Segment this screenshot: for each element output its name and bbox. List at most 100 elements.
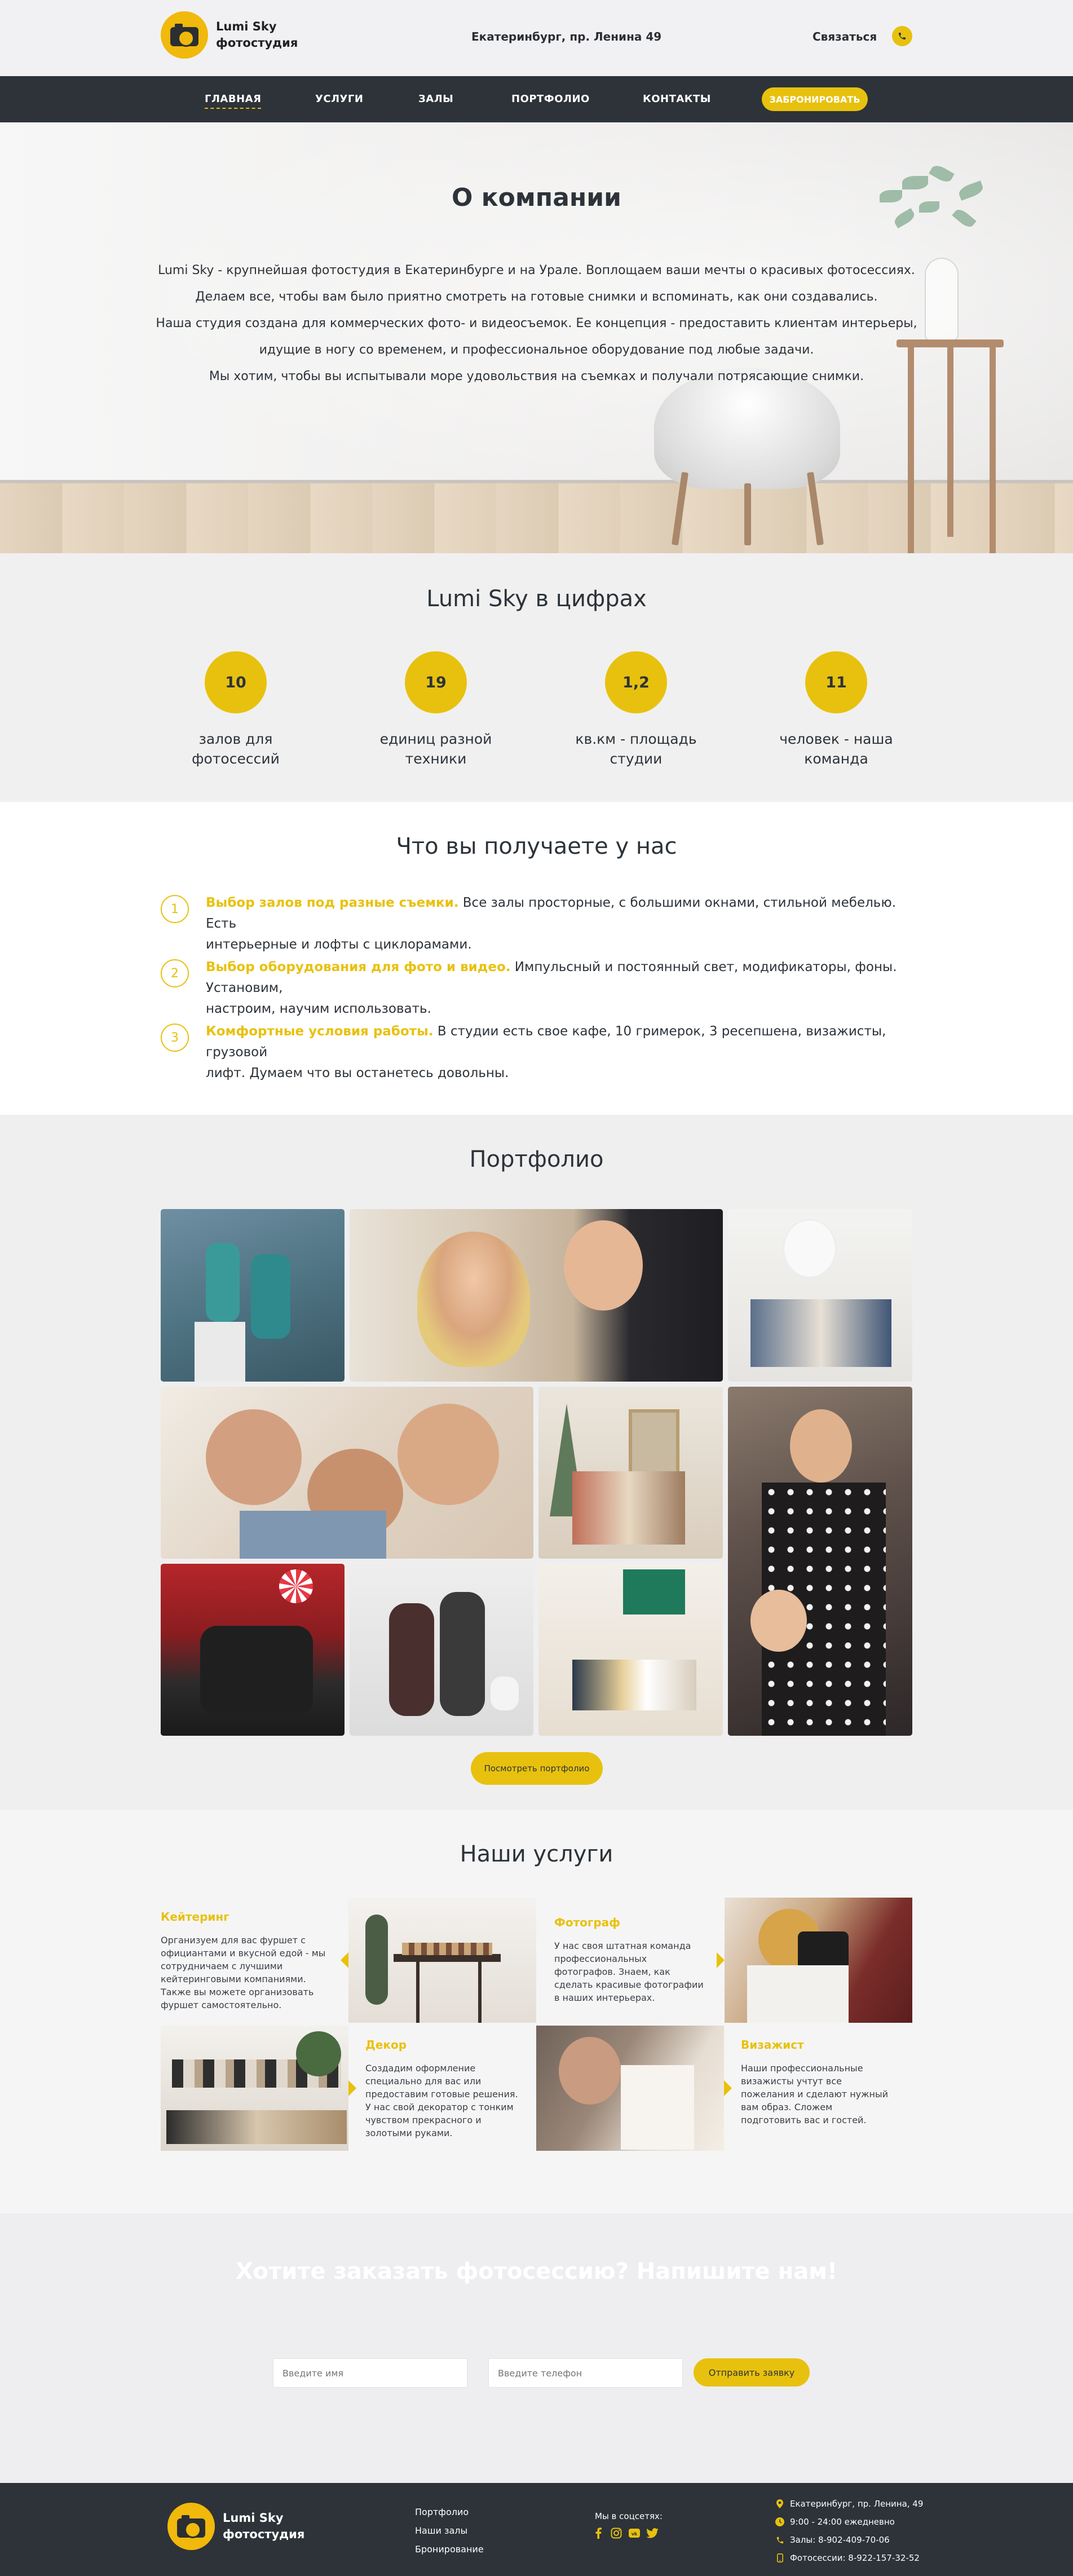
nav-item-home[interactable]: Главная <box>205 93 262 109</box>
social-label: Мы в соцсетях: <box>595 2511 663 2521</box>
portfolio-photo[interactable] <box>728 1209 912 1382</box>
portfolio-photo[interactable] <box>161 1564 345 1736</box>
footer-hours: 9:00 - 24:00 ежедневно <box>775 2517 895 2527</box>
benefit-text: настроим, научим использовать. <box>206 1002 431 1016</box>
logo-subtitle: фотостудия <box>223 2528 305 2541</box>
service-desc-line: золотыми руками. <box>365 2128 453 2138</box>
service-makeup[interactable]: Визажист Наши профессиональные визажисты… <box>741 2026 929 2151</box>
service-desc-line: Организуем для вас фуршет с <box>161 1935 306 1946</box>
portfolio-photo[interactable] <box>350 1564 533 1736</box>
order-form-section: Хотите заказать фотосессию? Напишите нам… <box>0 2213 1073 2483</box>
portfolio-photo[interactable] <box>728 1387 912 1736</box>
stat-value: 11 <box>805 651 867 713</box>
service-catering[interactable]: Кейтеринг Организуем для вас фуршет с оф… <box>161 1898 348 2023</box>
camera-logo-icon <box>167 2503 215 2550</box>
portfolio-photo[interactable] <box>538 1564 723 1736</box>
makeup-image <box>536 2026 724 2151</box>
twitter-icon[interactable] <box>646 2527 659 2539</box>
logo-name: Lumi Sky <box>223 2511 284 2525</box>
service-title: Декор <box>365 2038 407 2052</box>
logo[interactable]: Lumi Sky фотостудия <box>161 11 298 59</box>
stat-label: единиц разной <box>379 731 492 747</box>
service-desc-line: специально для вас или <box>365 2076 482 2087</box>
benefits-title: Что вы получаете у нас <box>396 833 677 859</box>
portfolio-photo[interactable] <box>538 1387 723 1559</box>
arrow-right-icon <box>717 1952 725 1968</box>
portfolio-section: Портфолио Посмотреть портфолио <box>0 1115 1073 1810</box>
stat-value: 1,2 <box>605 651 667 713</box>
clock-icon <box>775 2517 784 2526</box>
benefit-number: 2 <box>161 959 189 987</box>
about-title: О компании <box>452 183 621 212</box>
footer-link-halls[interactable]: Наши залы <box>415 2525 467 2536</box>
about-text-line: Lumi Sky - крупнейшая фотостудия в Екате… <box>158 263 915 277</box>
service-title: Кейтеринг <box>161 1910 229 1924</box>
stat-label: студии <box>610 751 663 767</box>
arrow-right-icon <box>724 2080 732 2096</box>
nav-item-services[interactable]: Услуги <box>315 93 363 105</box>
stat-halls: 10 залов для фотосессий <box>162 651 309 769</box>
facebook-icon[interactable] <box>592 2527 604 2539</box>
catering-image <box>348 1898 536 2023</box>
footer-link-portfolio[interactable]: Портфолио <box>415 2507 469 2517</box>
contact-text: Залы: 8-902-409-70-06 <box>790 2535 890 2545</box>
service-desc-line: сделать красивые фотографии <box>554 1979 704 1990</box>
nav-item-contacts[interactable]: Контакты <box>643 93 711 105</box>
logo-name: Lumi Sky <box>216 20 277 33</box>
photographer-image <box>725 1898 912 2023</box>
footer-phone-halls[interactable]: Залы: 8-902-409-70-06 <box>775 2535 890 2545</box>
contact-text: Екатеринбург, пр. Ленина, 49 <box>790 2499 924 2509</box>
benefit-highlight: Выбор залов под разные съемки. <box>206 896 459 910</box>
benefit-text: лифт. Думаем что вы останетесь довольны. <box>206 1066 509 1080</box>
vk-icon[interactable]: vk <box>628 2527 641 2539</box>
portfolio-photo[interactable] <box>161 1209 345 1382</box>
footer-phone-photo[interactable]: Фотосессии: 8-922-157-32-52 <box>775 2553 920 2563</box>
stat-team: 11 человек - наша команда <box>763 651 909 769</box>
location-icon <box>775 2499 784 2508</box>
service-desc-line: в наших интерьерах. <box>554 1992 655 2003</box>
logo-subtitle: фотостудия <box>216 36 298 50</box>
service-desc-line: фотографов. Знаем, как <box>554 1966 670 1977</box>
nav-item-halls[interactable]: Залы <box>418 93 453 105</box>
service-desc-line: Наши профессиональные <box>741 2063 863 2074</box>
stat-label: техники <box>405 751 467 767</box>
name-input[interactable] <box>273 2358 467 2388</box>
benefits-section: Что вы получаете у нас 1 Выбор залов под… <box>0 802 1073 1115</box>
footer-logo[interactable]: Lumi Sky фотостудия <box>167 2503 304 2550</box>
contact-text: Фотосессии: 8-922-157-32-52 <box>790 2553 920 2563</box>
service-desc-line: официантами и вкусной едой - мы <box>161 1948 326 1959</box>
numbers-section: Lumi Sky в цифрах 10 залов для фотосессий… <box>0 553 1073 802</box>
services-section: Наши услуги Кейтеринг Организуем для вас… <box>0 1810 1073 2213</box>
numbers-title: Lumi Sky в цифрах <box>426 586 647 612</box>
portfolio-photo[interactable] <box>161 1387 533 1559</box>
phone-input[interactable] <box>488 2358 683 2388</box>
about-section: О компании Lumi Sky - крупнейшая фотосту… <box>0 122 1073 553</box>
contact-link[interactable]: Связаться <box>813 30 877 43</box>
svg-text:vk: vk <box>632 2531 638 2537</box>
nav-item-portfolio[interactable]: Портфолио <box>511 93 590 105</box>
services-title: Наши услуги <box>460 1841 613 1867</box>
view-portfolio-button[interactable]: Посмотреть портфолио <box>471 1752 603 1785</box>
stat-label: залов для <box>198 731 273 747</box>
service-desc-line: Создадим оформление <box>365 2063 476 2074</box>
arrow-left-icon <box>341 1952 348 1968</box>
benefit-text: интерьерные и лофты с циклорамами. <box>206 937 472 952</box>
submit-request-button[interactable]: Отправить заявку <box>694 2358 810 2387</box>
about-text-line: идущие в ногу со временем, и профессиона… <box>259 343 814 357</box>
portfolio-photo[interactable] <box>350 1209 723 1382</box>
service-desc-line: предоставим готовые решения. <box>365 2089 518 2099</box>
service-decor[interactable]: Декор Создадим оформление специально для… <box>365 2026 553 2151</box>
footer-link-booking[interactable]: Бронирование <box>415 2544 484 2555</box>
about-text-line: Делаем все, чтобы вам было приятно смотр… <box>195 290 878 304</box>
benefit-number: 1 <box>161 895 189 923</box>
header-address: Екатеринбург, пр. Ленина 49 <box>471 30 662 43</box>
benefit-number: 3 <box>161 1024 189 1052</box>
book-button[interactable]: Забронировать <box>762 87 868 111</box>
service-photographer[interactable]: Фотограф У нас своя штатная команда проф… <box>554 1903 742 2028</box>
service-title: Фотограф <box>554 1916 621 1929</box>
instagram-icon[interactable] <box>610 2527 622 2539</box>
stat-label: фотосессий <box>192 751 280 767</box>
service-desc-line: профессиональных <box>554 1953 647 1964</box>
service-desc-line: подготовить вас и гостей. <box>741 2115 867 2125</box>
phone-icon[interactable] <box>892 26 912 46</box>
